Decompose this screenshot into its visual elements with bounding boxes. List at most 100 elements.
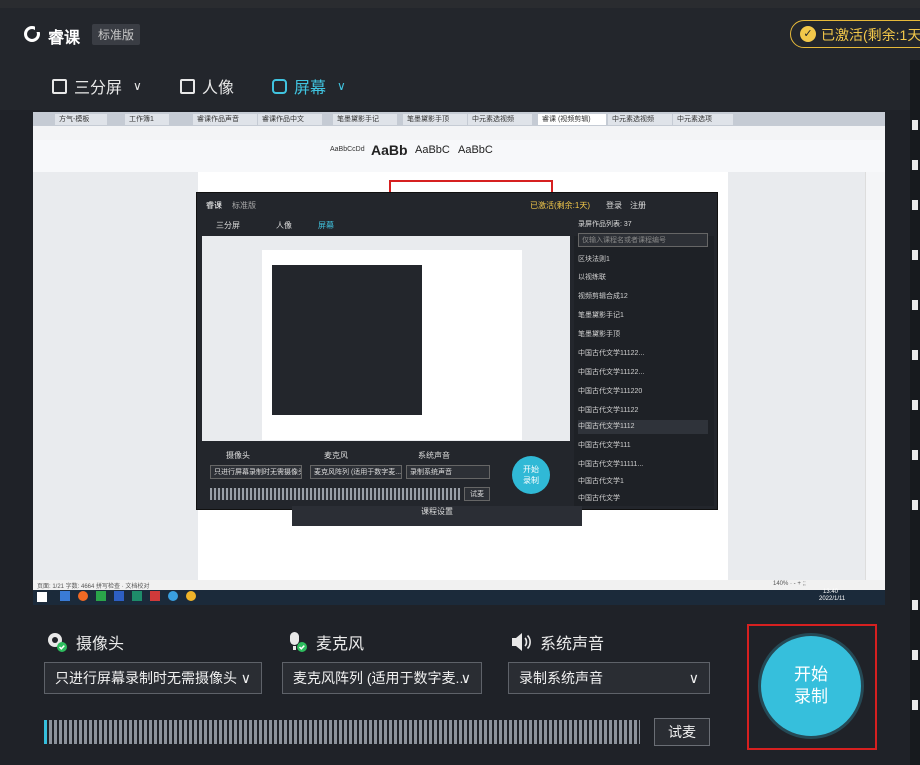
taskbar-date: 2022/1/11 [819,596,846,602]
taskbar-app-icon [132,591,142,601]
wps-tab: 睿课作品声音 [193,114,257,125]
nested-inner-window [272,265,422,415]
mode-label: 屏幕 [294,80,327,97]
chevron-down-icon: ∨ [133,79,142,93]
speaker-icon [510,631,532,653]
audio-level-meter [44,718,644,746]
edge-mark [912,650,918,660]
nested-list-item: 中国古代文学11122 [578,407,639,414]
style-sample: AaBbC [458,144,493,156]
wps-tab: 笔墨黛影手顶 [403,114,467,125]
windows-taskbar: 13:40 2022/1/11 [33,589,885,605]
check-badge-icon: ✓ [800,26,816,42]
nested-camera-select: 只进行屏幕录制时无需摄像头 [210,465,302,479]
wps-tab: 工作簿1 [125,114,169,125]
nested-list-count: 录屏作品列表: 37 [578,221,632,228]
system-sound-select-value: 录制系统声音 [519,670,603,686]
nested-app-name: 睿课 [206,201,222,210]
microphone-icon [286,631,308,653]
style-sample: AaBbC [415,144,450,156]
app-name: 睿课 [48,30,81,47]
edge-mark [912,300,918,310]
style-sample: AaBb [371,142,408,158]
taskbar-app-icon [60,591,70,601]
taskbar-app-icon [168,591,178,601]
nested-mode: 屏幕 [318,221,334,230]
style-sample: AaBbCcDd [330,146,365,153]
nested-mode: 人像 [276,221,292,230]
nested-camera-label: 摄像头 [226,451,250,460]
top-strip [0,0,920,8]
wps-menu-bar [33,126,885,140]
start-record-line2: 录制 [794,687,828,706]
audio-level-bars [44,720,640,744]
nested-list-item: 中国古代文学1112 [578,420,708,434]
wps-ribbon: AaBbCcDd AaBb AaBbC AaBbC [33,140,885,173]
nested-list-item: 中国古代文学11111... [578,461,644,468]
portrait-icon [180,78,195,94]
mode-label: 人像 [202,80,235,97]
mic-label-group: 麦克风 [286,630,364,654]
camera-select[interactable]: 只进行屏幕录制时无需摄像头 ∨ [44,662,262,694]
nested-course-settings: 课程设置 [292,506,582,526]
chevron-down-icon: ∨ [337,79,346,93]
taskbar-app-icon [96,591,106,601]
nested-search: 仅输入课程名或者课程编号 [578,233,708,247]
wps-tab-active: 睿课 (视频剪辑) [538,114,606,125]
wps-tab: 睿课作品中文 [258,114,322,125]
edge-mark [912,120,918,130]
wps-tab: 中元素选项 [673,114,733,125]
start-record-line1: 开始 [794,665,828,684]
mode-portrait-button[interactable]: 人像 [180,74,234,98]
right-toolbar [865,172,885,580]
edge-mark [912,250,918,260]
camera-select-value: 只进行屏幕录制时无需摄像头 [55,670,237,686]
camera-icon [46,631,68,653]
nested-sys-select: 录制系统声音 [406,465,490,479]
system-sound-select[interactable]: 录制系统声音 ∨ [508,662,710,694]
nested-start-button: 开始 录制 [512,456,550,494]
mic-select-value: 麦克风阵列 (适用于数字麦... [293,670,468,686]
wps-tab: 中元素选视频 [608,114,672,125]
chevron-down-icon: ∨ [688,670,699,686]
nested-mic-label: 麦克风 [324,451,348,460]
taskbar-app-icon [114,591,124,601]
taskbar-app-icon [186,591,196,601]
nested-list-item: 中国古代文学111 [578,442,631,449]
app-logo-icon [24,26,41,42]
nested-level-meter [210,488,460,500]
windows-start-icon [37,592,47,602]
mode-screen-button[interactable]: 屏幕 ∨ [272,74,346,98]
system-sound-label: 系统声音 [540,636,605,653]
edge-mark [912,400,918,410]
edge-mark [912,600,918,610]
edge-mark [912,200,918,210]
mic-select[interactable]: 麦克风阵列 (适用于数字麦... ∨ [282,662,482,694]
edge-mark [912,450,918,460]
camera-label-group: 摄像头 [46,630,124,654]
nested-list-item: 中国古代文学1 [578,478,624,485]
wps-status-bar: 页面: 1/21 字数: 4664 拼写检查 · 文档校对 140% · - +… [33,580,885,590]
taskbar-app-icon [78,591,88,601]
nested-list-item: 中国古代文学11122... [578,369,645,376]
nested-activated: 已激活(剩余:1天) [530,201,590,210]
wps-tab: 笔墨黛影手记 [333,114,397,125]
mode-three-screen-button[interactable]: 三分屏 ∨ [52,74,142,98]
edge-mark [912,350,918,360]
nested-sys-label: 系统声音 [418,451,450,460]
nested-list-item: 中国古代文学11122... [578,350,645,357]
wps-tab: 方气-模板 [55,114,107,125]
nested-list-item: 视频剪辑合成12 [578,293,628,300]
nested-list-item: 中国古代文学 [578,495,620,502]
trial-mic-button[interactable]: 试麦 [654,718,710,746]
nested-mode: 三分屏 [216,221,240,230]
nested-list-item: 区块法则1 [578,256,610,263]
nested-list-item: 以视练联 [578,274,606,281]
screen-icon [272,78,287,94]
nested-edition: 标准版 [232,201,256,210]
nested-list-item: 中国古代文学111220 [578,388,643,395]
wps-tab: 中元素选视频 [468,114,532,125]
taskbar-app-icon [150,591,160,601]
start-record-button[interactable]: 开始 录制 [761,636,861,736]
mode-label: 三分屏 [74,80,123,97]
